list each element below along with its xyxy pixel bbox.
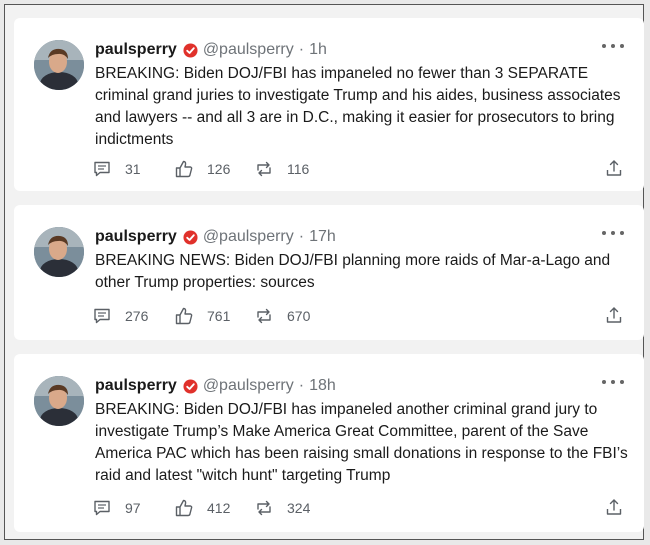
more-dots-icon[interactable]	[602, 378, 624, 386]
repost-icon	[257, 308, 271, 324]
red-verified-badge-icon	[183, 229, 198, 245]
repost-count: 670	[287, 308, 311, 324]
tweet-header: paulsperry @paulsperry · 17h	[95, 225, 336, 249]
share-icon	[606, 160, 622, 176]
tweet-text: BREAKING NEWS: Biden DOJ/FBI planning mo…	[95, 252, 611, 291]
share-icon	[606, 307, 622, 323]
like-count: 761	[207, 308, 231, 324]
repost-button[interactable]: 116	[255, 161, 309, 177]
action-bar: 276 761 670	[93, 306, 623, 326]
more-dots-icon[interactable]	[602, 229, 624, 237]
red-verified-badge-icon	[183, 378, 198, 394]
reply-count: 31	[125, 161, 141, 177]
separator-dot: ·	[298, 377, 305, 394]
tweet-header: paulsperry @paulsperry · 18h	[95, 374, 336, 398]
repost-button[interactable]: 670	[255, 308, 310, 324]
comment-icon	[94, 161, 110, 177]
tweet-header: paulsperry @paulsperry · 1h	[95, 38, 327, 62]
timestamp[interactable]: 18h	[309, 377, 336, 395]
action-bar: 31 126 116	[93, 159, 623, 179]
handle[interactable]: @paulsperry	[203, 228, 294, 246]
comment-icon	[94, 500, 110, 516]
handle[interactable]: @paulsperry	[203, 41, 294, 59]
thumbs-up-icon	[175, 499, 193, 517]
tweet-card[interactable]: paulsperry @paulsperry · 18h BREAKING: B…	[14, 354, 644, 532]
like-button[interactable]: 126	[175, 160, 255, 178]
username[interactable]: paulsperry	[95, 41, 177, 59]
avatar[interactable]	[34, 376, 84, 426]
username[interactable]: paulsperry	[95, 377, 177, 395]
avatar[interactable]	[34, 40, 84, 90]
tweet-text: BREAKING: Biden DOJ/FBI has impaneled an…	[95, 401, 628, 484]
red-verified-badge-icon	[183, 42, 198, 58]
like-button[interactable]: 412	[175, 499, 255, 517]
share-button[interactable]	[605, 306, 623, 324]
thumbs-up-icon	[175, 307, 193, 325]
username[interactable]: paulsperry	[95, 228, 177, 246]
reply-button[interactable]: 276	[93, 308, 175, 324]
reply-button[interactable]: 97	[93, 500, 175, 516]
repost-button[interactable]: 324	[255, 500, 310, 516]
repost-count: 116	[287, 161, 310, 177]
repost-count: 324	[287, 500, 311, 516]
reply-count: 276	[125, 308, 149, 324]
reply-count: 97	[125, 500, 141, 516]
repost-icon	[257, 500, 271, 516]
share-button[interactable]	[605, 498, 623, 516]
share-button[interactable]	[605, 159, 623, 177]
action-bar: 97 412 324	[93, 498, 623, 518]
handle[interactable]: @paulsperry	[203, 377, 294, 395]
avatar[interactable]	[34, 227, 84, 277]
repost-icon	[257, 161, 271, 177]
like-count: 412	[207, 500, 231, 516]
share-icon	[606, 499, 622, 515]
comment-icon	[94, 308, 110, 324]
tweet-card[interactable]: paulsperry @paulsperry · 17h BREAKING NE…	[14, 205, 644, 340]
tweet-card[interactable]: paulsperry @paulsperry · 1h BREAKING: Bi…	[14, 18, 644, 191]
separator-dot: ·	[298, 228, 305, 245]
timestamp[interactable]: 17h	[309, 228, 336, 246]
thumbs-up-icon	[175, 160, 193, 178]
separator-dot: ·	[298, 41, 305, 58]
like-button[interactable]: 761	[175, 307, 255, 325]
like-count: 126	[207, 161, 231, 177]
more-dots-icon[interactable]	[602, 42, 624, 50]
tweet-text: BREAKING: Biden DOJ/FBI has impaneled no…	[95, 65, 621, 148]
reply-button[interactable]: 31	[93, 161, 175, 177]
timestamp[interactable]: 1h	[309, 41, 327, 59]
